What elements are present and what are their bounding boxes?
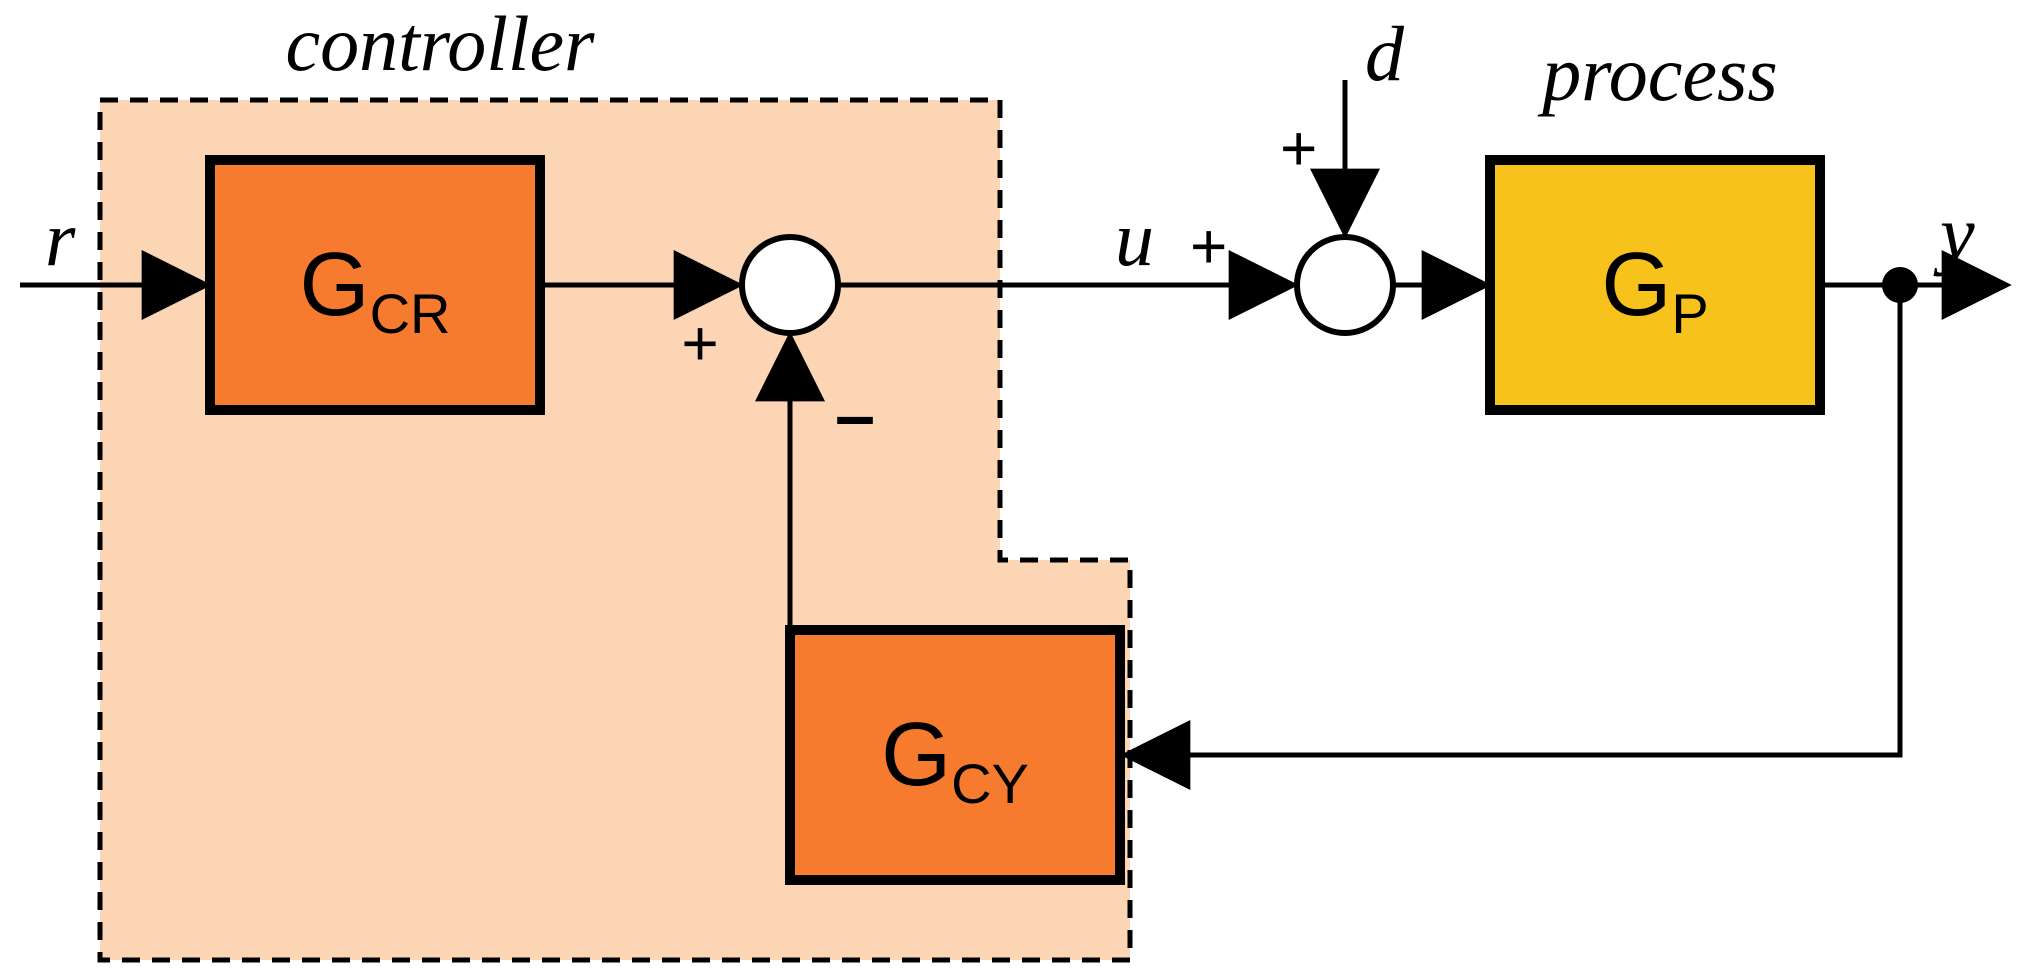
sum2-junction — [1297, 237, 1393, 333]
d-label: d — [1365, 10, 1405, 97]
u-plus: + — [1190, 210, 1227, 282]
gp-sub: P — [1671, 282, 1708, 345]
gcy-main: G — [881, 705, 951, 805]
d-plus: + — [1280, 112, 1317, 184]
gcr-block: GCR — [210, 160, 540, 410]
gcr-sub: CR — [370, 282, 451, 345]
sum1-junction — [742, 237, 838, 333]
gcy-sub: CY — [951, 752, 1029, 815]
sum1-plus: + — [681, 307, 718, 379]
u-label: u — [1115, 195, 1154, 282]
block-diagram: controller process GCR GCY GP r + u + d — [0, 0, 2020, 973]
process-title: process — [1537, 30, 1777, 117]
gp-block: GP — [1490, 160, 1820, 410]
gp-main: G — [1601, 235, 1671, 335]
r-label: r — [45, 195, 76, 282]
gcr-main: G — [300, 235, 370, 335]
gcy-block: GCY — [790, 630, 1120, 880]
sum1-minus: – — [835, 376, 875, 456]
controller-title: controller — [285, 0, 595, 87]
y-label: y — [1933, 190, 1975, 277]
